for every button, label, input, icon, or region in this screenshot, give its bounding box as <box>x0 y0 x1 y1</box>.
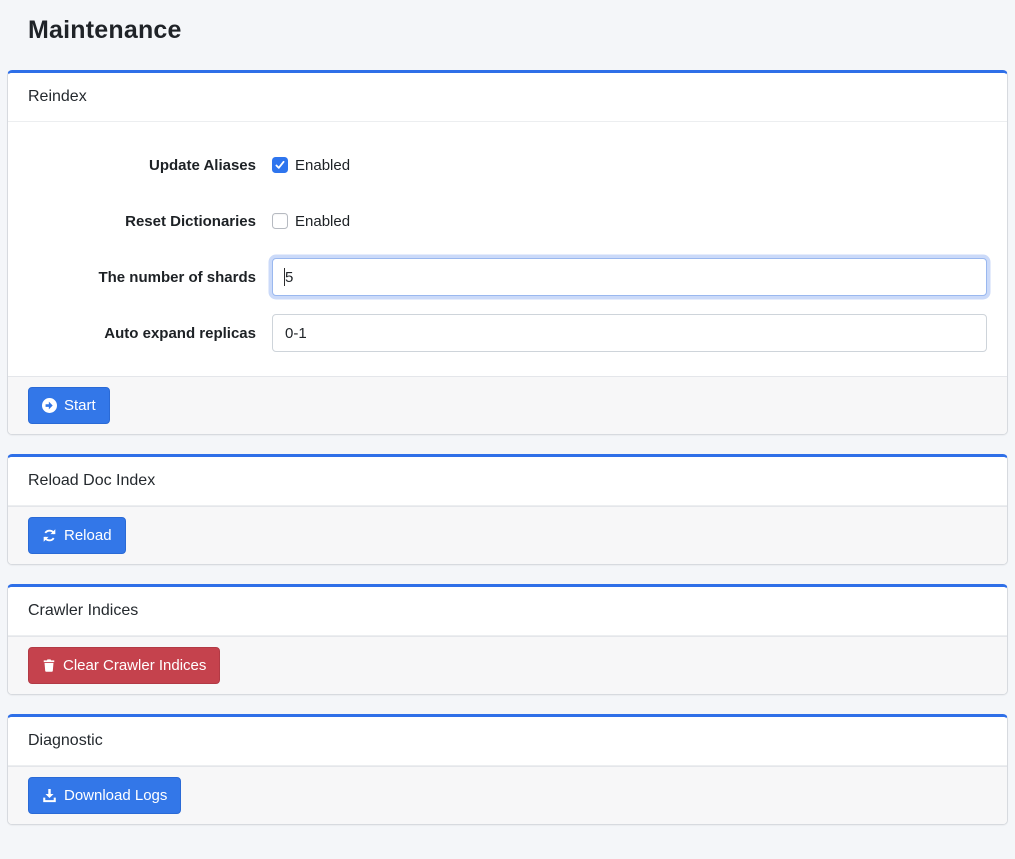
diagnostic-card: Diagnostic Download Logs <box>7 714 1008 825</box>
start-button[interactable]: Start <box>28 387 110 424</box>
clear-crawler-indices-button[interactable]: Clear Crawler Indices <box>28 647 220 684</box>
page-title: Maintenance <box>28 15 987 45</box>
auto-expand-replicas-label: Auto expand replicas <box>28 325 272 342</box>
reset-dictionaries-label: Reset Dictionaries <box>28 213 272 230</box>
reset-dictionaries-row: Reset Dictionaries Enabled <box>28 202 987 240</box>
reindex-card-header: Reindex <box>8 73 1007 122</box>
arrow-circle-right-icon <box>42 398 57 413</box>
diagnostic-card-header: Diagnostic <box>8 717 1007 766</box>
crawler-indices-card: Crawler Indices Clear Crawler Indices <box>7 584 1008 695</box>
reload-button[interactable]: Reload <box>28 517 126 554</box>
page-header: Maintenance <box>0 0 1015 70</box>
text-caret <box>284 268 285 286</box>
diagnostic-card-footer: Download Logs <box>8 766 1007 824</box>
update-aliases-label: Update Aliases <box>28 157 272 174</box>
trash-icon <box>42 658 56 673</box>
update-aliases-checkbox-label: Enabled <box>295 157 350 174</box>
check-icon <box>274 159 286 171</box>
update-aliases-row: Update Aliases Enabled <box>28 146 987 184</box>
reset-dictionaries-checkbox[interactable] <box>272 213 288 229</box>
reload-doc-index-card-header: Reload Doc Index <box>8 457 1007 506</box>
reload-doc-index-card-footer: Reload <box>8 506 1007 564</box>
sync-icon <box>42 528 57 543</box>
download-logs-button[interactable]: Download Logs <box>28 777 181 814</box>
reindex-card-footer: Start <box>8 376 1007 434</box>
reload-doc-index-card: Reload Doc Index Reload <box>7 454 1008 565</box>
reindex-card: Reindex Update Aliases Enabled Reset Dic… <box>7 70 1008 435</box>
reset-dictionaries-checkbox-label: Enabled <box>295 213 350 230</box>
auto-expand-replicas-input[interactable] <box>272 314 987 352</box>
crawler-indices-card-header: Crawler Indices <box>8 587 1007 636</box>
reindex-card-body: Update Aliases Enabled Reset Dictionarie… <box>8 122 1007 376</box>
number-of-shards-input[interactable] <box>272 258 987 296</box>
crawler-indices-card-footer: Clear Crawler Indices <box>8 636 1007 694</box>
download-icon <box>42 788 57 803</box>
auto-expand-replicas-row: Auto expand replicas <box>28 314 987 352</box>
update-aliases-checkbox[interactable] <box>272 157 288 173</box>
number-of-shards-label: The number of shards <box>28 269 272 286</box>
number-of-shards-row: The number of shards <box>28 258 987 296</box>
